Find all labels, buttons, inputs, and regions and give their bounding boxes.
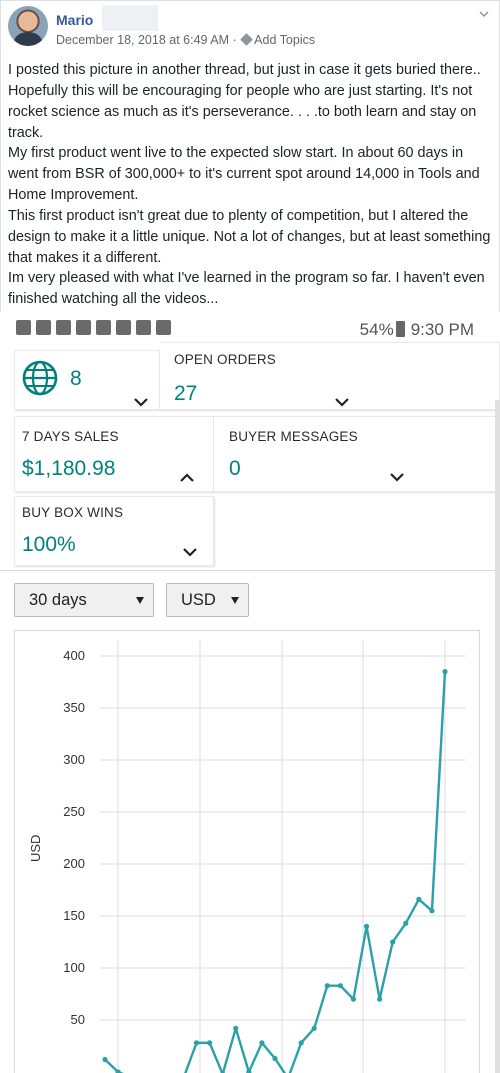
data-point xyxy=(390,939,396,945)
data-point xyxy=(193,1040,200,1046)
data-point xyxy=(311,1025,317,1031)
data-point xyxy=(442,669,448,675)
data-point xyxy=(363,923,370,930)
data-point xyxy=(259,1040,265,1046)
data-point xyxy=(233,1025,239,1031)
data-point xyxy=(298,1040,304,1046)
data-point xyxy=(416,896,422,902)
sales-series-line xyxy=(104,671,447,1073)
data-point xyxy=(403,920,409,926)
data-point xyxy=(377,996,383,1002)
data-point xyxy=(350,996,357,1002)
data-point xyxy=(102,1056,108,1063)
sales-chart xyxy=(100,640,466,1073)
data-point xyxy=(207,1040,213,1046)
data-point xyxy=(337,983,343,989)
scrollbar[interactable] xyxy=(495,400,500,1073)
data-point xyxy=(324,983,330,989)
data-point xyxy=(272,1055,278,1062)
data-point xyxy=(429,908,435,914)
